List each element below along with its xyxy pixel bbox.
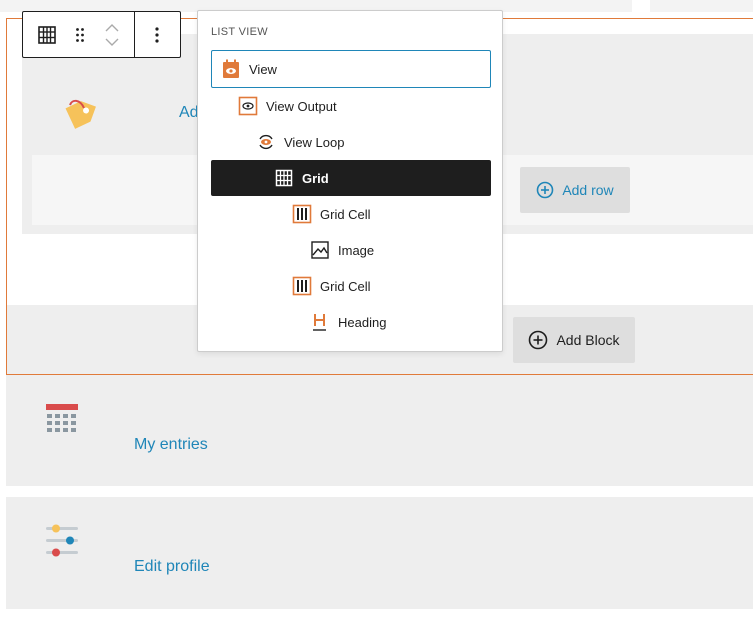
- view-calendar-icon: [221, 59, 241, 79]
- price-tag-icon: [65, 99, 96, 129]
- move-buttons: [90, 12, 133, 57]
- list-item-label: Heading: [338, 314, 387, 330]
- image-icon: [310, 240, 330, 260]
- list-item-view-output[interactable]: View Output: [211, 88, 491, 124]
- block-toolbar: [22, 11, 181, 58]
- list-item-grid-cell[interactable]: Grid Cell: [211, 196, 491, 232]
- list-item-label: View Output: [266, 98, 337, 114]
- add-block-button[interactable]: Add Block: [513, 317, 635, 363]
- list-view-title: LIST VIEW: [211, 26, 268, 38]
- top-strip-right: [650, 0, 753, 12]
- more-options-button[interactable]: [135, 12, 180, 57]
- loop-eye-icon: [256, 132, 276, 152]
- block-type-button[interactable]: [23, 12, 70, 57]
- edit-profile-link[interactable]: Edit profile: [134, 558, 210, 576]
- list-item-label: Grid Cell: [320, 278, 371, 294]
- list-item-label: View: [249, 61, 277, 77]
- list-item-view[interactable]: View: [211, 50, 491, 88]
- my-entries-link[interactable]: My entries: [134, 436, 208, 454]
- grid-cell-icon: [292, 204, 312, 224]
- plus-circle-icon: [529, 330, 548, 350]
- drag-handle[interactable]: [70, 12, 90, 57]
- plus-circle-icon: [537, 181, 554, 199]
- grid-icon: [274, 168, 294, 188]
- editor-canvas: Ad Add row Add Block LIST VIEW View View…: [0, 0, 753, 622]
- heading-icon: [310, 312, 330, 332]
- list-item-label: View Loop: [284, 134, 345, 150]
- list-item-grid-cell[interactable]: Grid Cell: [211, 268, 491, 304]
- list-view-popover: LIST VIEW View View Output View Loop Gri…: [197, 10, 503, 352]
- grid-icon: [37, 25, 56, 44]
- calendar-icon: [46, 404, 78, 432]
- card-my-entries[interactable]: My entries: [6, 375, 753, 486]
- list-item-image[interactable]: Image: [211, 232, 491, 268]
- add-row-button[interactable]: Add row: [520, 167, 630, 213]
- grid-cell-icon: [292, 276, 312, 296]
- sliders-icon: [46, 524, 78, 557]
- add-block-label: Add Block: [556, 332, 620, 348]
- list-item-label: Grid Cell: [320, 206, 371, 222]
- chevron-down-icon[interactable]: [105, 38, 119, 46]
- eye-icon: [238, 96, 258, 116]
- more-vertical-icon: [155, 26, 159, 43]
- list-item-grid[interactable]: Grid: [211, 160, 491, 196]
- chevron-up-icon[interactable]: [105, 23, 119, 32]
- list-item-label: Image: [338, 242, 375, 258]
- card-edit-profile[interactable]: Edit profile: [6, 497, 753, 609]
- partial-link-text[interactable]: Ad: [179, 104, 199, 122]
- list-item-label: Grid: [302, 170, 329, 186]
- add-row-label: Add row: [562, 182, 614, 198]
- drag-dots-icon: [76, 27, 85, 42]
- list-item-view-loop[interactable]: View Loop: [211, 124, 491, 160]
- list-item-heading[interactable]: Heading: [211, 304, 491, 340]
